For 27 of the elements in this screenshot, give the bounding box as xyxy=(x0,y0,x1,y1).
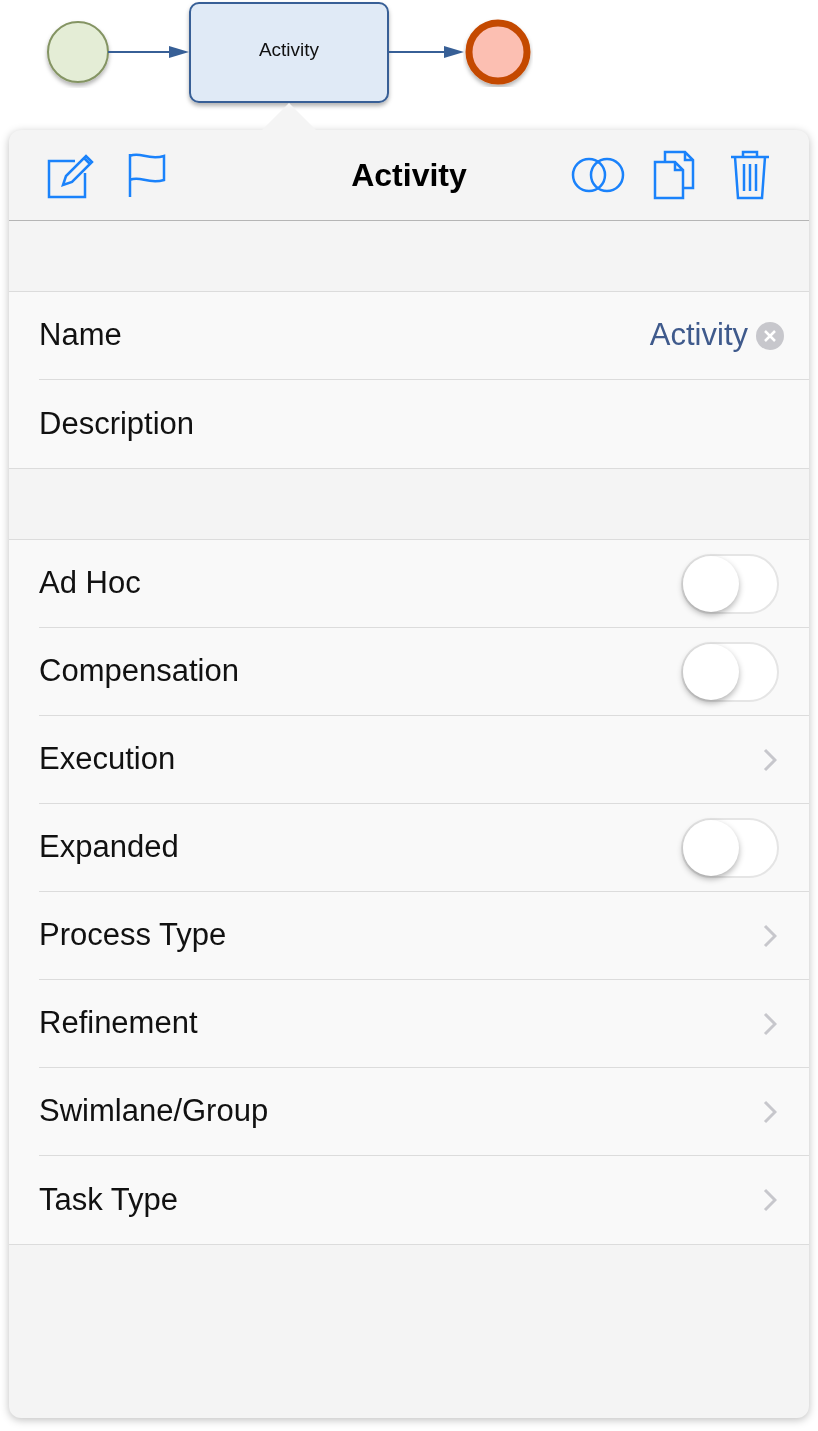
copy-icon[interactable] xyxy=(653,150,695,200)
row-label: Description xyxy=(39,404,195,443)
popover-title: Activity xyxy=(351,156,467,195)
chevron-icon xyxy=(763,1188,777,1212)
start-node xyxy=(47,21,109,83)
row-label: Ad Hoc xyxy=(39,564,141,603)
flag-icon[interactable] xyxy=(127,151,167,199)
chevron-icon xyxy=(763,1011,777,1036)
row-label: Name xyxy=(39,316,122,355)
row-label: Task Type xyxy=(39,1180,178,1219)
row-label: Execution xyxy=(39,740,176,779)
chevron-icon xyxy=(763,1099,777,1124)
chevron-icon xyxy=(763,747,777,772)
row-label: Process Type xyxy=(39,916,227,955)
row-label: Compensation xyxy=(39,652,239,691)
row-label: Swimlane/Group xyxy=(39,1092,269,1131)
overlap-circles-icon[interactable] xyxy=(571,155,625,195)
node-label: Activity xyxy=(258,39,320,60)
trash-icon[interactable] xyxy=(729,149,771,201)
row-label: Expanded xyxy=(39,828,179,867)
toggle-switch[interactable] xyxy=(681,553,779,614)
chevron-icon xyxy=(763,923,777,948)
toggle-switch[interactable] xyxy=(681,641,779,702)
field-value[interactable]: Activity xyxy=(649,312,748,359)
toggle-switch[interactable] xyxy=(681,817,779,878)
end-node xyxy=(465,19,531,85)
row-label: Refinement xyxy=(39,1004,198,1043)
